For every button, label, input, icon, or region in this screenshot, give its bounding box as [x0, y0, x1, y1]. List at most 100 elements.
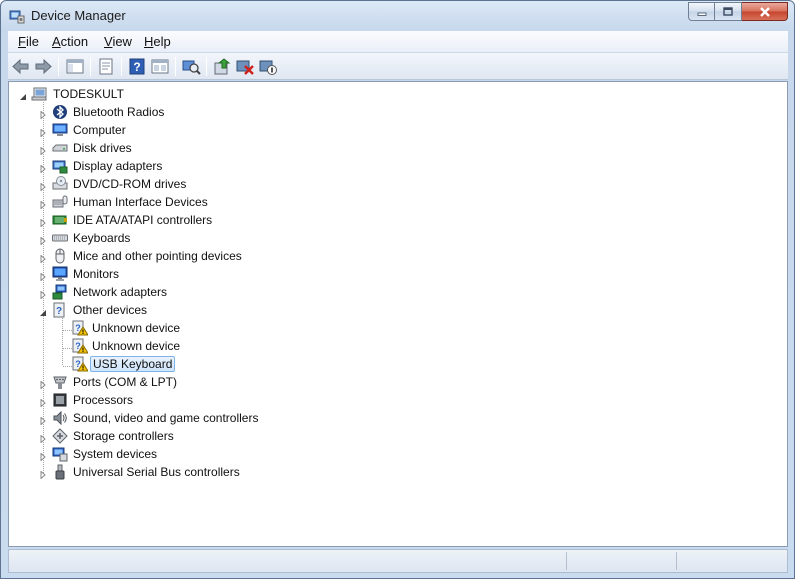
tree-category-monitors[interactable]: Monitors	[9, 265, 787, 283]
help-button[interactable]: ?	[127, 57, 147, 76]
collapse-arrow-icon[interactable]	[19, 90, 27, 100]
forward-button[interactable]	[33, 57, 53, 76]
warning-device-icon: ?	[72, 338, 89, 354]
maximize-button[interactable]	[715, 2, 742, 21]
expand-arrow-icon[interactable]	[39, 432, 47, 444]
expand-arrow-icon[interactable]	[39, 378, 47, 390]
forward-arrow-icon	[35, 58, 52, 75]
tree-device-label: Unknown device	[92, 339, 181, 353]
menu-file[interactable]: File	[18, 34, 39, 49]
tree-device[interactable]: ? Unknown device	[9, 319, 787, 337]
menu-help[interactable]: Help	[144, 34, 171, 49]
warning-device-icon: ?	[72, 320, 89, 336]
toolbar-separator	[90, 57, 91, 76]
expand-arrow-icon[interactable]	[39, 144, 47, 156]
menu-view[interactable]: View	[104, 34, 132, 49]
storage-controller-icon	[52, 428, 68, 444]
computer-icon	[52, 122, 68, 138]
toolbar-separator	[58, 57, 59, 76]
help-icon: ?	[129, 58, 145, 75]
tree-device-selected[interactable]: ? USB Keyboard	[9, 355, 787, 373]
tree-category-ide-ata-atapi-controllers[interactable]: IDE ATA/ATAPI controllers	[9, 211, 787, 229]
device-tree[interactable]: TODESKULT Bluetooth Radios Computer Disk d…	[8, 81, 788, 547]
expand-arrow-icon[interactable]	[39, 414, 47, 426]
tree-root-label: TODESKULT	[53, 87, 124, 101]
tree-category-other-devices[interactable]: ? Other devices	[9, 301, 787, 319]
minimize-icon	[697, 12, 706, 16]
tree-category-label: Universal Serial Bus controllers	[73, 465, 240, 479]
title-bar[interactable]: Device Manager	[1, 1, 794, 31]
other-devices-icon: ?	[52, 302, 68, 318]
tree-category-disk-drives[interactable]: Disk drives	[9, 139, 787, 157]
status-divider	[566, 552, 567, 570]
expand-arrow-icon[interactable]	[39, 288, 47, 300]
tree-category-label: Computer	[73, 123, 126, 137]
view-button[interactable]	[150, 57, 170, 76]
tree-category-dvd-cd-rom-drives[interactable]: DVD/CD-ROM drives	[9, 175, 787, 193]
tree-category-ports-com-lpt[interactable]: Ports (COM & LPT)	[9, 373, 787, 391]
expand-arrow-icon[interactable]	[39, 162, 47, 174]
expand-arrow-icon[interactable]	[39, 396, 47, 408]
tree-category-processors[interactable]: Processors	[9, 391, 787, 409]
expand-arrow-icon[interactable]	[39, 108, 47, 120]
minimize-button[interactable]	[688, 2, 715, 21]
expand-arrow-icon[interactable]	[39, 180, 47, 192]
close-button[interactable]	[742, 2, 788, 21]
back-button[interactable]	[11, 57, 31, 76]
tree-category-storage-controllers[interactable]: Storage controllers	[9, 427, 787, 445]
display-adapter-icon	[52, 158, 68, 174]
sound-icon	[52, 410, 68, 426]
status-bar	[8, 549, 788, 573]
device-manager-icon	[9, 8, 25, 24]
expand-arrow-icon[interactable]	[39, 450, 47, 462]
tree-category-computer[interactable]: Computer	[9, 121, 787, 139]
tree-category-human-interface-devices[interactable]: Human Interface Devices	[9, 193, 787, 211]
tree-category-sound-video-and-game-controllers[interactable]: Sound, video and game controllers	[9, 409, 787, 427]
update-driver-icon	[214, 58, 231, 75]
menu-action[interactable]: Action	[52, 34, 88, 49]
tree-root-row[interactable]: TODESKULT	[9, 85, 787, 103]
tree-category-universal-serial-bus-controllers[interactable]: Universal Serial Bus controllers	[9, 463, 787, 481]
tree-category-label: Mice and other pointing devices	[73, 249, 242, 263]
tree-category-label: Disk drives	[73, 141, 132, 155]
collapse-arrow-icon[interactable]	[39, 306, 47, 316]
expand-arrow-icon[interactable]	[39, 126, 47, 138]
status-divider	[676, 552, 677, 570]
disk-drive-icon	[52, 140, 68, 156]
update-driver-button[interactable]	[212, 57, 232, 76]
mouse-icon	[52, 248, 68, 264]
keyboard-icon	[52, 230, 68, 246]
tree-device[interactable]: ? Unknown device	[9, 337, 787, 355]
svg-text:?: ?	[133, 60, 140, 74]
expand-arrow-icon[interactable]	[39, 468, 47, 480]
monitor-icon	[52, 266, 68, 282]
tree-category-keyboards[interactable]: Keyboards	[9, 229, 787, 247]
tree-category-label: Network adapters	[73, 285, 168, 299]
dvd-drive-icon	[52, 176, 68, 192]
scan-hardware-changes-button[interactable]	[181, 57, 201, 76]
close-icon	[759, 6, 770, 17]
expand-arrow-icon[interactable]	[39, 216, 47, 228]
tree-category-bluetooth-radios[interactable]: Bluetooth Radios	[9, 103, 787, 121]
bluetooth-icon	[52, 104, 68, 120]
tree-category-network-adapters[interactable]: Network adapters	[9, 283, 787, 301]
tree-category-mice-and-other-pointing-devices[interactable]: Mice and other pointing devices	[9, 247, 787, 265]
toolbar: ?	[8, 53, 788, 80]
tree-category-label: Ports (COM & LPT)	[73, 375, 178, 389]
warning-device-icon: ?	[72, 356, 89, 372]
show-hide-console-tree-button[interactable]	[65, 57, 85, 76]
expand-arrow-icon[interactable]	[39, 270, 47, 282]
expand-arrow-icon[interactable]	[39, 198, 47, 210]
toolbar-separator	[206, 57, 207, 76]
tree-category-display-adapters[interactable]: Display adapters	[9, 157, 787, 175]
tree-category-label: System devices	[73, 447, 158, 461]
disable-device-button[interactable]	[258, 57, 278, 76]
show-hide-console-tree-icon	[66, 59, 84, 74]
tree-category-label: Processors	[73, 393, 134, 407]
expand-arrow-icon[interactable]	[39, 252, 47, 264]
properties-button[interactable]	[96, 57, 116, 76]
uninstall-button[interactable]	[235, 57, 255, 76]
tree-category-system-devices[interactable]: System devices	[9, 445, 787, 463]
expand-arrow-icon[interactable]	[39, 234, 47, 246]
network-adapter-icon	[52, 284, 68, 300]
